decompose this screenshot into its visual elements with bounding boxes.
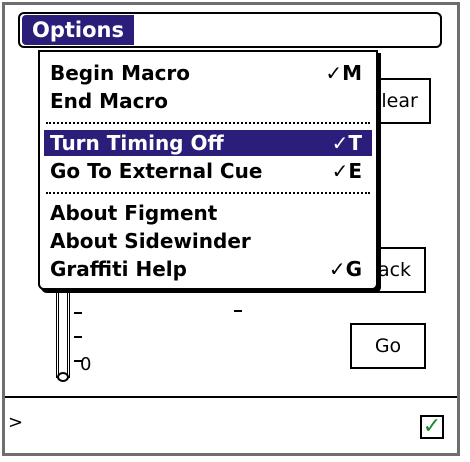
menu-item-label: About Figment [50,201,218,225]
menu-item-graffiti-help[interactable]: Graffiti Help ✓G [44,256,372,282]
gauge-tick [234,310,242,312]
options-dropdown-menu: Begin Macro ✓M End Macro Turn Timing Off… [38,50,378,290]
menu-item-label: Turn Timing Off [50,131,224,155]
menu-item-label: Graffiti Help [50,257,187,281]
menu-item-begin-macro[interactable]: Begin Macro ✓M [44,60,372,86]
menu-item-label: Begin Macro [50,61,191,85]
menu-item-shortcut: ✓E [331,159,362,183]
gauge-tick [74,336,82,338]
command-prompt[interactable]: > [8,412,23,433]
gauge-tick [74,312,82,314]
menubar[interactable]: Options [18,12,442,48]
checkbox[interactable]: ✓ [420,415,444,439]
menu-item-go-to-external-cue[interactable]: Go To External Cue ✓E [44,158,372,184]
menu-item-shortcut: ✓T [331,131,362,155]
gauge-bulb [57,372,69,382]
menu-item-shortcut: ✓G [328,257,362,281]
menu-divider [46,122,370,124]
menu-item-label: End Macro [50,89,169,113]
menu-item-label: About Sidewinder [50,229,251,253]
gauge-zero-label: 0 [80,354,92,375]
menu-item-about-figment[interactable]: About Figment [44,200,372,226]
menu-item-label: Go To External Cue [50,159,263,183]
menu-item-turn-timing-off[interactable]: Turn Timing Off ✓T [44,130,372,156]
divider-line [5,396,457,398]
menu-item-end-macro[interactable]: End Macro [44,88,372,114]
menu-title-options[interactable]: Options [22,15,134,45]
timing-gauge [56,292,70,378]
menu-item-about-sidewinder[interactable]: About Sidewinder [44,228,372,254]
go-button[interactable]: Go [350,323,426,369]
menu-item-shortcut: ✓M [325,61,362,85]
menu-divider [46,192,370,194]
